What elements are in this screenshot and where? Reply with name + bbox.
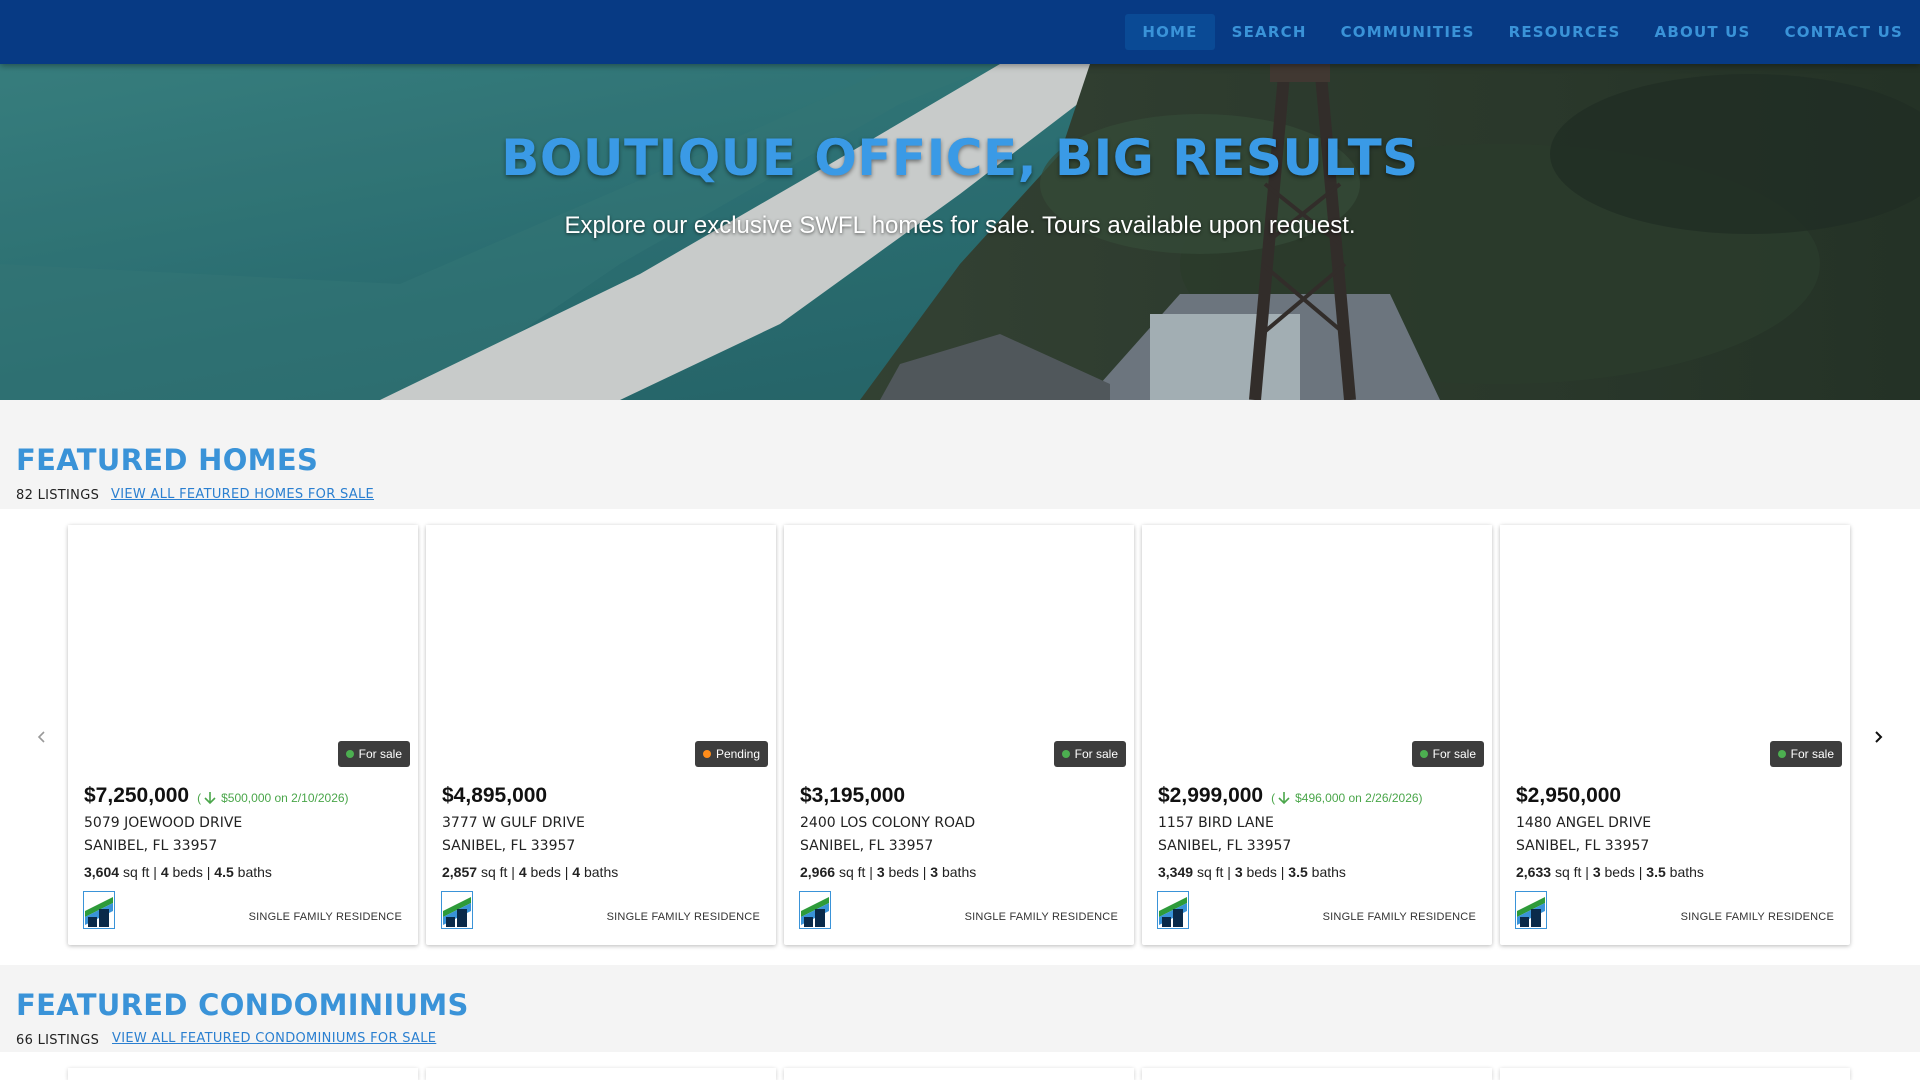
listing-specs: 2,633 sq ft | 3 beds | 3.5 baths — [1516, 864, 1704, 880]
status-badge: For sale — [337, 741, 410, 767]
property-type: SINGLE FAMILY RESIDENCE — [964, 911, 1118, 923]
price-line: $2,950,000 — [1516, 784, 1621, 808]
nav-search[interactable]: SEARCH — [1215, 14, 1324, 50]
top-navigation-bar: HOME SEARCH COMMUNITIES RESOURCES ABOUT … — [0, 0, 1920, 64]
featured-condos-title: FEATURED CONDOMINIUMS — [16, 988, 469, 1022]
status-dot — [1061, 750, 1070, 758]
featured-homes-title: FEATURED HOMES — [16, 443, 319, 477]
nav-resources[interactable]: RESOURCES — [1492, 14, 1638, 50]
listing-address[interactable]: 1480 ANGEL DRIVE — [1516, 815, 1651, 831]
chevron-left-icon — [37, 731, 45, 743]
view-all-featured-condos-link[interactable]: VIEW ALL FEATURED CONDOMINIUMS FOR SALE — [112, 1031, 436, 1046]
status-label: For sale — [1074, 747, 1118, 761]
nav-home[interactable]: HOME — [1125, 14, 1215, 50]
listing-price: $3,195,000 — [800, 784, 906, 807]
listing-photo[interactable] — [1142, 525, 1492, 771]
featured-condos-count: 66 LISTINGS — [16, 1033, 100, 1048]
listing-card[interactable]: For sale $3,195,000 2400 LOS COLONY ROAD… — [784, 525, 1134, 945]
brokerage-logo-icon — [799, 891, 831, 929]
property-type: SINGLE FAMILY RESIDENCE — [606, 911, 760, 923]
listing-card[interactable]: For sale $2,999,000 ( $496,000 on 2/26/20… — [1142, 525, 1492, 945]
price-drop-text: $500,000 on 2/10/2026) — [221, 791, 349, 805]
price-line: $7,250,000 ( $500,000 on 2/10/2026) — [84, 784, 349, 808]
status-label: For sale — [358, 747, 402, 761]
status-label: Pending — [715, 747, 760, 761]
status-dot — [1419, 750, 1428, 758]
listing-card[interactable] — [1500, 1068, 1850, 1080]
listing-card[interactable] — [426, 1068, 776, 1080]
listing-city: SANIBEL, FL 33957 — [442, 838, 576, 854]
carousel-next-button[interactable] — [1863, 722, 1893, 752]
status-dot — [702, 750, 711, 758]
listing-address[interactable]: 1157 BIRD LANE — [1158, 815, 1274, 831]
brokerage-logo-icon — [1515, 891, 1547, 929]
listing-price: $7,250,000 — [84, 784, 190, 807]
status-label: For sale — [1432, 747, 1476, 761]
price-drop: ( $496,000 on 2/26/2026) — [1271, 791, 1422, 805]
listing-photo[interactable] — [426, 525, 776, 771]
arrow-down-icon — [204, 792, 216, 805]
listing-card[interactable]: For sale $7,250,000 ( $500,000 on 2/10/20… — [68, 525, 418, 945]
brokerage-logo-icon — [1157, 891, 1189, 929]
listing-photo[interactable] — [784, 525, 1134, 771]
status-badge: For sale — [1411, 741, 1484, 767]
listing-address[interactable]: 5079 JOEWOOD DRIVE — [84, 815, 242, 831]
listing-specs: 3,349 sq ft | 3 beds | 3.5 baths — [1158, 864, 1346, 880]
main-menu: HOME SEARCH COMMUNITIES RESOURCES ABOUT … — [1125, 14, 1920, 50]
price-drop-open: ( — [1271, 791, 1276, 805]
nav-communities[interactable]: COMMUNITIES — [1324, 14, 1492, 50]
listing-price: $2,999,000 — [1158, 784, 1264, 807]
listing-card[interactable] — [784, 1068, 1134, 1080]
listing-specs: 3,604 sq ft | 4 beds | 4.5 baths — [84, 864, 272, 880]
price-line: $2,999,000 ( $496,000 on 2/26/2026) — [1158, 784, 1423, 808]
listing-card[interactable]: Pending $4,895,000 3777 W GULF DRIVE SAN… — [426, 525, 776, 945]
status-badge: Pending — [694, 741, 768, 767]
listing-card[interactable] — [68, 1068, 418, 1080]
listing-city: SANIBEL, FL 33957 — [800, 838, 934, 854]
nav-contact-us[interactable]: CONTACT US — [1768, 14, 1920, 50]
property-type: SINGLE FAMILY RESIDENCE — [248, 911, 402, 923]
listing-city: SANIBEL, FL 33957 — [1158, 838, 1292, 854]
price-drop: ( $500,000 on 2/10/2026) — [197, 791, 348, 805]
property-type: SINGLE FAMILY RESIDENCE — [1322, 911, 1476, 923]
hero-title: BOUTIQUE OFFICE, BIG RESULTS — [501, 129, 1419, 187]
status-badge: For sale — [1053, 741, 1126, 767]
hero-banner: BOUTIQUE OFFICE, BIG RESULTS Explore our… — [0, 64, 1920, 400]
listing-specs: 2,966 sq ft | 3 beds | 3 baths — [800, 864, 977, 880]
arrow-down-icon — [1278, 792, 1290, 805]
hero-subtitle: Explore our exclusive SWFL homes for sal… — [564, 212, 1356, 239]
listing-price: $2,950,000 — [1516, 784, 1622, 807]
featured-homes-count: 82 LISTINGS — [16, 488, 100, 503]
brokerage-logo-icon — [441, 891, 473, 929]
listing-price: $4,895,000 — [442, 784, 548, 807]
price-line: $3,195,000 — [800, 784, 905, 808]
listing-address[interactable]: 2400 LOS COLONY ROAD — [800, 815, 975, 831]
listing-card[interactable] — [1142, 1068, 1492, 1080]
chevron-right-icon — [1875, 731, 1883, 743]
listing-address[interactable]: 3777 W GULF DRIVE — [442, 815, 585, 831]
listing-photo[interactable] — [68, 525, 418, 771]
status-dot — [345, 750, 354, 758]
view-all-featured-homes-link[interactable]: VIEW ALL FEATURED HOMES FOR SALE — [111, 487, 374, 502]
listing-card[interactable]: For sale $2,950,000 1480 ANGEL DRIVE SAN… — [1500, 525, 1850, 945]
price-drop-text: $496,000 on 2/26/2026) — [1295, 791, 1423, 805]
status-badge: For sale — [1769, 741, 1842, 767]
price-line: $4,895,000 — [442, 784, 547, 808]
status-dot — [1777, 750, 1786, 758]
listing-city: SANIBEL, FL 33957 — [1516, 838, 1650, 854]
listing-specs: 2,857 sq ft | 4 beds | 4 baths — [442, 864, 619, 880]
carousel-prev-button[interactable] — [27, 722, 57, 752]
status-label: For sale — [1790, 747, 1834, 761]
price-drop-open: ( — [197, 791, 202, 805]
listing-city: SANIBEL, FL 33957 — [84, 838, 218, 854]
brokerage-logo-icon — [83, 891, 115, 929]
nav-about-us[interactable]: ABOUT US — [1638, 14, 1768, 50]
property-type: SINGLE FAMILY RESIDENCE — [1680, 911, 1834, 923]
listing-photo[interactable] — [1500, 525, 1850, 771]
